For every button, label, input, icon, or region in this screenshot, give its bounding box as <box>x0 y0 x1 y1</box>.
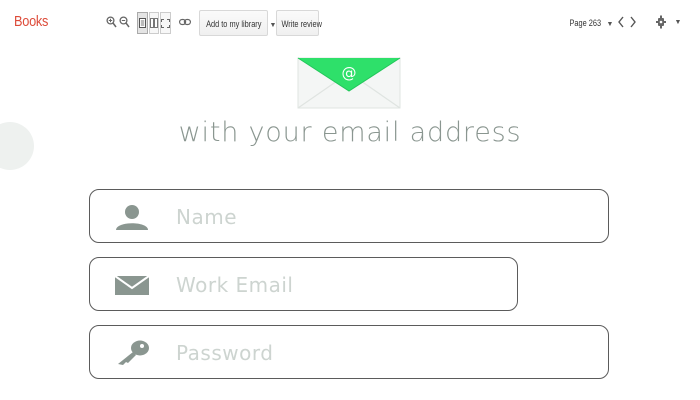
single-page-icon <box>138 18 146 28</box>
user-icon <box>114 203 150 231</box>
books-toolbar: Books Add to my library ▼ Write review Pa… <box>0 0 700 46</box>
settings-dropdown-arrow-icon[interactable]: ▼ <box>674 13 682 31</box>
fullscreen-button[interactable] <box>160 12 171 34</box>
name-input[interactable] <box>174 200 489 234</box>
envelope-icon: @ <box>297 57 401 109</box>
form-headline: with your email address <box>178 117 522 148</box>
two-page-view-button[interactable] <box>148 12 159 34</box>
single-page-view-button[interactable] <box>137 12 148 34</box>
two-page-icon <box>149 18 158 28</box>
chevron-left-icon[interactable] <box>615 13 627 31</box>
zoom-out-icon[interactable] <box>119 13 130 31</box>
page-select-label: Page 263 <box>569 18 602 28</box>
write-review-button[interactable]: Write review <box>276 10 322 36</box>
gear-icon[interactable] <box>654 13 668 31</box>
zoom-in-icon[interactable] <box>106 13 117 31</box>
chevron-right-icon[interactable] <box>627 13 639 31</box>
password-input[interactable] <box>174 336 489 370</box>
add-to-library-label: Add to my library <box>206 19 262 29</box>
at-symbol: @ <box>342 64 357 82</box>
page-dropdown-arrow-icon: ▼ <box>606 21 614 28</box>
key-icon <box>114 339 150 367</box>
link-icon[interactable] <box>178 13 191 31</box>
page-select[interactable]: Page 263 ▼ <box>566 10 614 36</box>
work-email-input[interactable] <box>174 268 435 302</box>
view-mode-group <box>137 12 171 34</box>
add-to-library-button[interactable]: Add to my library ▼ <box>199 10 276 36</box>
write-review-label: Write review <box>281 19 322 29</box>
password-field[interactable] <box>89 325 609 379</box>
books-logo[interactable]: Books <box>14 13 48 30</box>
mail-icon <box>114 271 150 299</box>
fullscreen-icon <box>161 18 170 28</box>
work-email-field[interactable] <box>89 257 518 311</box>
name-field[interactable] <box>89 189 609 243</box>
